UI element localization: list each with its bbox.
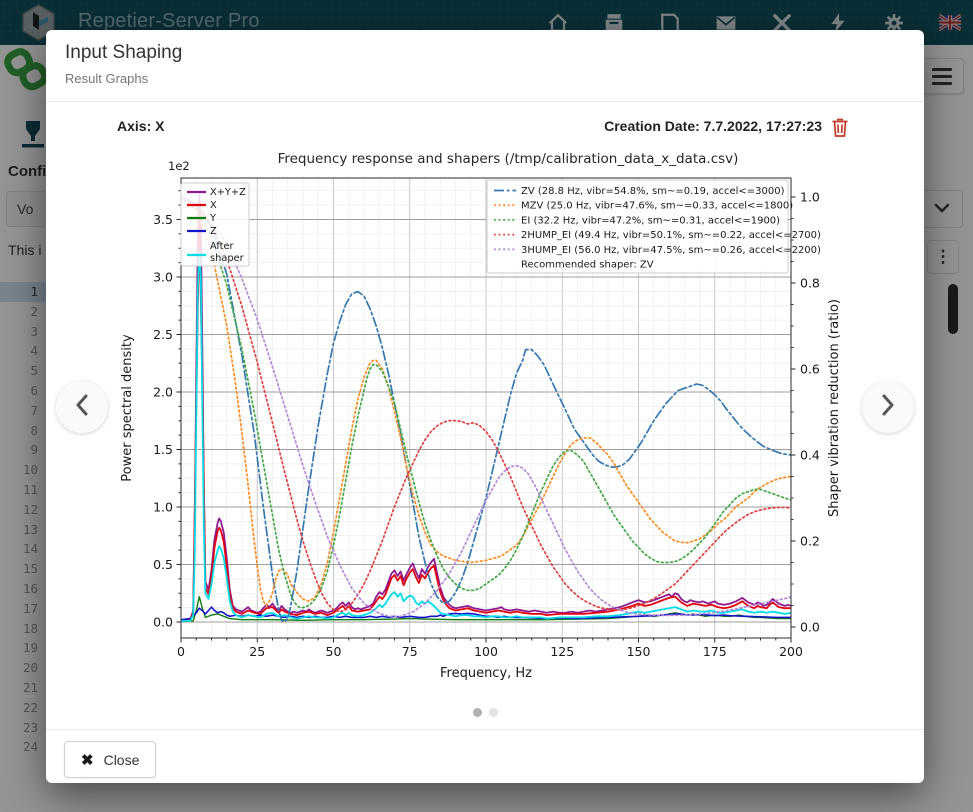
input-shaping-dialog: Input Shaping Result Graphs Axis: X Crea… (46, 30, 924, 783)
svg-text:2.5: 2.5 (153, 327, 173, 342)
svg-text:75: 75 (402, 644, 418, 659)
svg-text:0: 0 (177, 644, 185, 659)
svg-text:Recommended shaper: ZV: Recommended shaper: ZV (521, 260, 654, 271)
svg-text:Y: Y (209, 213, 216, 224)
svg-text:175: 175 (703, 644, 727, 659)
dialog-header: Input Shaping Result Graphs (46, 30, 924, 102)
chevron-left-icon (75, 394, 89, 421)
svg-text:0.2: 0.2 (800, 534, 820, 549)
svg-text:After: After (210, 241, 234, 252)
result-chart-svg: 0 25 50 75 100 125 150 175 200 0.0 0.5 1.0 1.5 2.0 2.5… (116, 143, 852, 697)
carousel-dot-0[interactable] (473, 708, 482, 717)
svg-text:X: X (210, 200, 217, 211)
carousel-next-button[interactable] (862, 381, 914, 433)
svg-text:Z: Z (210, 226, 217, 237)
dialog-footer: ✖ Close (46, 729, 924, 783)
svg-text:200: 200 (779, 644, 803, 659)
delete-trash-icon[interactable] (830, 116, 850, 138)
svg-text:2.0: 2.0 (153, 385, 173, 400)
creation-date: Creation Date: 7.7.2022, 17:27:23 (604, 118, 822, 134)
svg-text:0.6: 0.6 (800, 362, 820, 377)
carousel-dot-1[interactable] (489, 708, 498, 717)
close-x-icon: ✖ (81, 751, 94, 769)
axis-label: Axis: X (117, 118, 164, 134)
svg-text:100: 100 (474, 644, 498, 659)
svg-text:Power spectral density: Power spectral density (120, 334, 135, 482)
svg-text:3.5: 3.5 (153, 212, 173, 227)
svg-text:2HUMP_EI (49.4 Hz, vibr=50.1%,: 2HUMP_EI (49.4 Hz, vibr=50.1%, sm~=0.22,… (521, 230, 821, 241)
carousel-dots (46, 708, 924, 717)
svg-text:ZV (28.8 Hz, vibr=54.8%, sm~=0: ZV (28.8 Hz, vibr=54.8%, sm~=0.19, accel… (521, 186, 785, 197)
result-chart: 0 25 50 75 100 125 150 175 200 0.0 0.5 1.0 1.5 2.0 2.5… (116, 143, 852, 697)
svg-text:1.0: 1.0 (153, 500, 173, 515)
dialog-title: Input Shaping (65, 42, 182, 64)
close-button[interactable]: ✖ Close (64, 741, 156, 778)
chevron-right-icon (881, 394, 895, 421)
screen: Repetier-Server Pro (0, 0, 973, 812)
svg-text:Shaper vibration reduction (ra: Shaper vibration reduction (ratio) (827, 299, 842, 517)
svg-text:125: 125 (550, 644, 574, 659)
svg-text:0.8: 0.8 (800, 276, 820, 291)
svg-text:50: 50 (326, 644, 342, 659)
svg-text:150: 150 (627, 644, 651, 659)
close-button-label: Close (104, 752, 140, 768)
svg-text:0.5: 0.5 (153, 557, 173, 572)
graph-meta-row: Axis: X Creation Date: 7.7.2022, 17:27:2… (46, 116, 924, 140)
svg-text:1.0: 1.0 (800, 190, 820, 205)
dialog-subtitle: Result Graphs (65, 71, 148, 86)
svg-text:X+Y+Z: X+Y+Z (210, 187, 246, 198)
carousel-prev-button[interactable] (56, 381, 108, 433)
svg-text:0.0: 0.0 (153, 615, 173, 630)
svg-text:Frequency response and shapers: Frequency response and shapers (/tmp/cal… (278, 151, 739, 167)
svg-text:1.5: 1.5 (153, 442, 173, 457)
svg-text:shaper: shaper (210, 253, 245, 264)
svg-text:MZV (25.0 Hz, vibr=47.6%, sm~=: MZV (25.0 Hz, vibr=47.6%, sm~=0.33, acce… (521, 201, 793, 212)
svg-text:25: 25 (249, 644, 265, 659)
svg-text:3.0: 3.0 (153, 270, 173, 285)
svg-text:1e2: 1e2 (168, 159, 190, 173)
svg-text:Frequency, Hz: Frequency, Hz (440, 666, 532, 681)
svg-text:EI (32.2 Hz, vibr=47.2%, sm~=0: EI (32.2 Hz, vibr=47.2%, sm~=0.31, accel… (521, 215, 780, 226)
svg-text:0.4: 0.4 (800, 448, 820, 463)
svg-text:3HUMP_EI (56.0 Hz, vibr=47.5%,: 3HUMP_EI (56.0 Hz, vibr=47.5%, sm~=0.26,… (521, 245, 821, 256)
svg-text:0.0: 0.0 (800, 620, 820, 635)
